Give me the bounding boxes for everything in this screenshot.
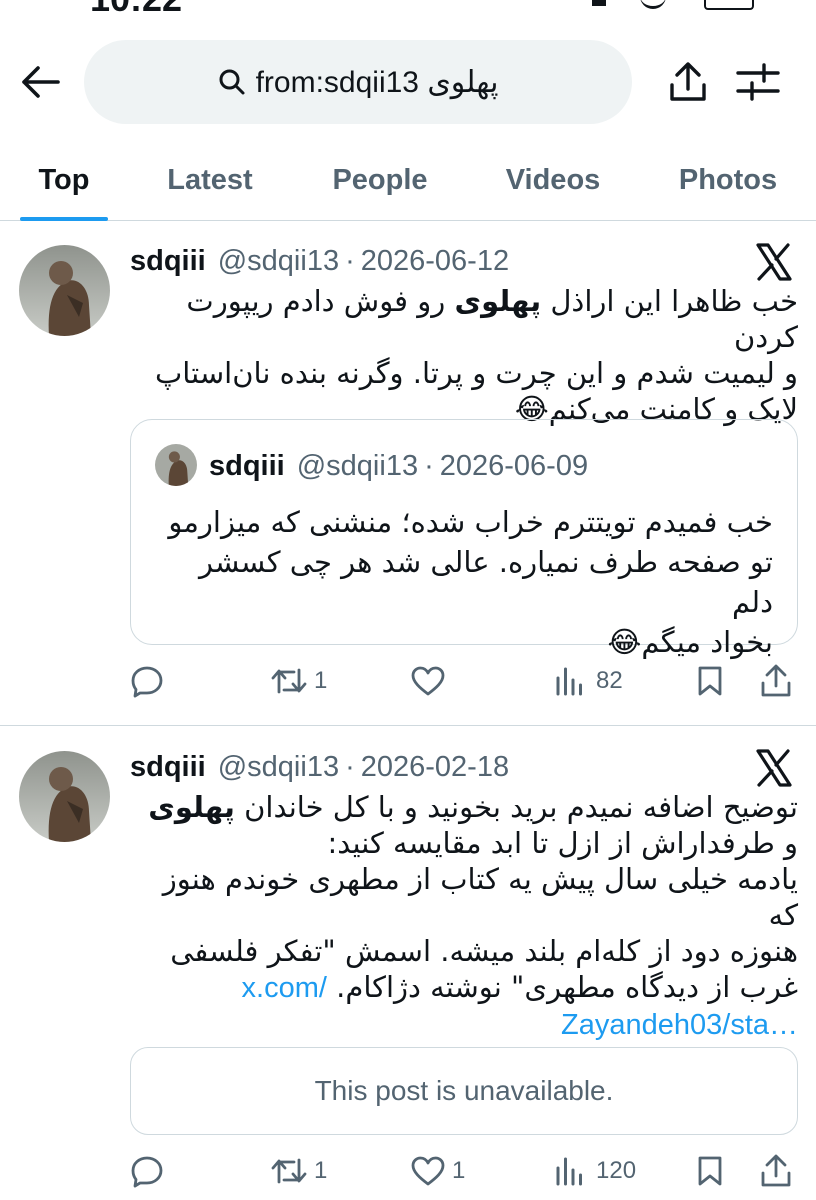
tab-top[interactable]: Top <box>24 140 104 220</box>
search-input[interactable]: from:sdqii13 پهلوی <box>84 40 632 124</box>
tweet-text: خب ظاهرا این اراذل پهلوی رو فوش دادم ریپ… <box>130 283 798 427</box>
retweet-button[interactable]: 1 <box>270 1151 327 1191</box>
highlighted-term: پهلوی <box>148 790 235 824</box>
bookmark-icon <box>698 666 722 696</box>
like-button[interactable]: 1 <box>410 1151 465 1191</box>
bookmark-icon <box>698 1156 722 1186</box>
status-time: 10:22 <box>90 0 182 18</box>
quote-header: sdqiii @sdqii13 · 2026-06-09 <box>209 446 588 486</box>
avatar[interactable] <box>19 245 110 336</box>
quote-text: خب فمیدم تویتترم خراب شده؛ منشنی که میزا… <box>155 502 773 662</box>
views-icon <box>556 1157 582 1186</box>
tweet-text-line: یادمه خیلی سال پیش یه کتاب از مطهری خوند… <box>162 862 798 932</box>
retweet-count: 1 <box>314 1157 328 1184</box>
tweet[interactable]: sdqiii @sdqii13 · 2026-06-12 خب ظاهرا ای… <box>0 221 816 726</box>
quote-avatar <box>155 444 197 486</box>
avatar[interactable] <box>19 751 110 842</box>
retweet-button[interactable]: 1 <box>270 661 327 701</box>
heart-icon <box>411 1156 445 1186</box>
tweet-link-continued[interactable]: Zayandeh03/sta… <box>561 1009 798 1041</box>
share-icon <box>761 1154 791 1187</box>
retweet-icon <box>271 1158 307 1184</box>
author-handle[interactable]: @sdqii13 <box>218 751 339 784</box>
tab-videos[interactable]: Videos <box>488 140 618 220</box>
heart-icon <box>411 666 445 696</box>
tweet-actions: 1 1 120 <box>130 1151 798 1191</box>
search-query: from:sdqii13 پهلوی <box>255 65 499 99</box>
reply-icon <box>131 666 163 698</box>
search-header: from:sdqii13 پهلوی <box>0 40 816 124</box>
tweet-text-line: هنوزه دود از کله‌ام بلند میشه. اسمش "تفک… <box>170 934 798 968</box>
tab-people[interactable]: People <box>315 140 445 220</box>
sliders-icon <box>736 63 780 101</box>
tweet-text-line: توضیح اضافه نمیدم برید بخونید و با کل خا… <box>148 790 798 824</box>
quote-author-handle: @sdqii13 <box>296 449 419 482</box>
author-name[interactable]: sdqiii <box>130 751 206 784</box>
tweet-date[interactable]: 2026-02-18 <box>361 751 509 784</box>
tweet-text-line: غرب از دیدگاه مطهری" نوشته دژاکام. x.com… <box>241 970 798 1004</box>
back-arrow-icon <box>22 66 60 98</box>
quote-text-line: تو صفحه طرف نمیاره. عالی شد هر چی کسشر د… <box>199 545 773 619</box>
highlighted-term: پهلوی <box>454 284 542 318</box>
x-logo-icon <box>756 749 792 787</box>
quoted-tweet[interactable]: sdqiii @sdqii13 · 2026-06-09 خب فمیدم تو… <box>130 419 798 659</box>
tweet[interactable]: sdqiii @sdqii13 · 2026-02-18 توضیح اضافه… <box>0 727 816 1200</box>
quote-text-line: خب فمیدم تویتترم خراب شده؛ منشنی که میزا… <box>168 505 773 539</box>
signal-icon <box>592 0 606 6</box>
tab-latest[interactable]: Latest <box>150 140 270 220</box>
like-button[interactable] <box>410 661 452 701</box>
views-icon <box>556 667 582 696</box>
author-handle[interactable]: @sdqii13 <box>218 245 339 278</box>
like-count: 1 <box>452 1157 466 1184</box>
wifi-icon <box>640 0 666 9</box>
view-count: 120 <box>596 1157 637 1184</box>
meta-separator: · <box>345 750 355 783</box>
view-count: 82 <box>596 667 623 694</box>
tweet-date[interactable]: 2026-06-12 <box>361 245 509 278</box>
tweet-header: sdqiii @sdqii13 · 2026-02-18 <box>130 747 509 787</box>
bookmark-button[interactable] <box>696 1151 724 1191</box>
share-button[interactable] <box>664 58 712 106</box>
tweet-actions: 1 82 <box>130 661 798 701</box>
search-icon <box>218 68 246 96</box>
share-post-button[interactable] <box>760 1151 792 1191</box>
search-tabs: Top Latest People Videos Photos <box>0 140 816 221</box>
tweet-text-line: Zayandeh03/sta… <box>130 1006 798 1043</box>
meta-separator: · <box>424 449 434 482</box>
unavailable-post-card: This post is unavailable. <box>130 1047 798 1135</box>
tab-photos[interactable]: Photos <box>666 140 790 220</box>
retweet-icon <box>271 668 307 694</box>
tweet-text-line: و طرفداراش از ازل تا ابد مقایسه کنید: <box>327 826 799 860</box>
back-button[interactable] <box>18 62 62 102</box>
quote-text-line: بخواد میگم😂 <box>607 625 773 659</box>
tweet-text-line: و لیمیت شدم و این چرت و پرتا. وگرنه بنده… <box>155 356 798 390</box>
bookmark-button[interactable] <box>696 661 724 701</box>
author-name[interactable]: sdqiii <box>130 245 206 278</box>
retweet-count: 1 <box>314 667 328 694</box>
filter-button[interactable] <box>734 58 782 106</box>
meta-separator: · <box>345 244 355 277</box>
views-button[interactable]: 82 <box>554 661 623 701</box>
battery-icon <box>704 0 754 10</box>
share-icon <box>761 664 791 697</box>
share-post-button[interactable] <box>760 661 792 701</box>
quote-author-name: sdqiii <box>209 449 285 482</box>
quote-date: 2026-06-09 <box>439 449 589 482</box>
tweet-text-line: خب ظاهرا این اراذل پهلوی رو فوش دادم ریپ… <box>186 284 798 354</box>
tweet-header: sdqiii @sdqii13 · 2026-06-12 <box>130 241 509 281</box>
tweet-link[interactable]: x.com/ <box>242 972 327 1004</box>
share-icon <box>670 62 706 101</box>
x-logo-icon <box>756 243 792 281</box>
status-bar: 10:22 <box>0 0 816 18</box>
views-button[interactable]: 120 <box>554 1151 636 1191</box>
reply-icon <box>131 1156 163 1188</box>
reply-button[interactable] <box>130 1151 170 1191</box>
reply-button[interactable] <box>130 661 170 701</box>
tweet-text: توضیح اضافه نمیدم برید بخونید و با کل خا… <box>130 789 798 1043</box>
